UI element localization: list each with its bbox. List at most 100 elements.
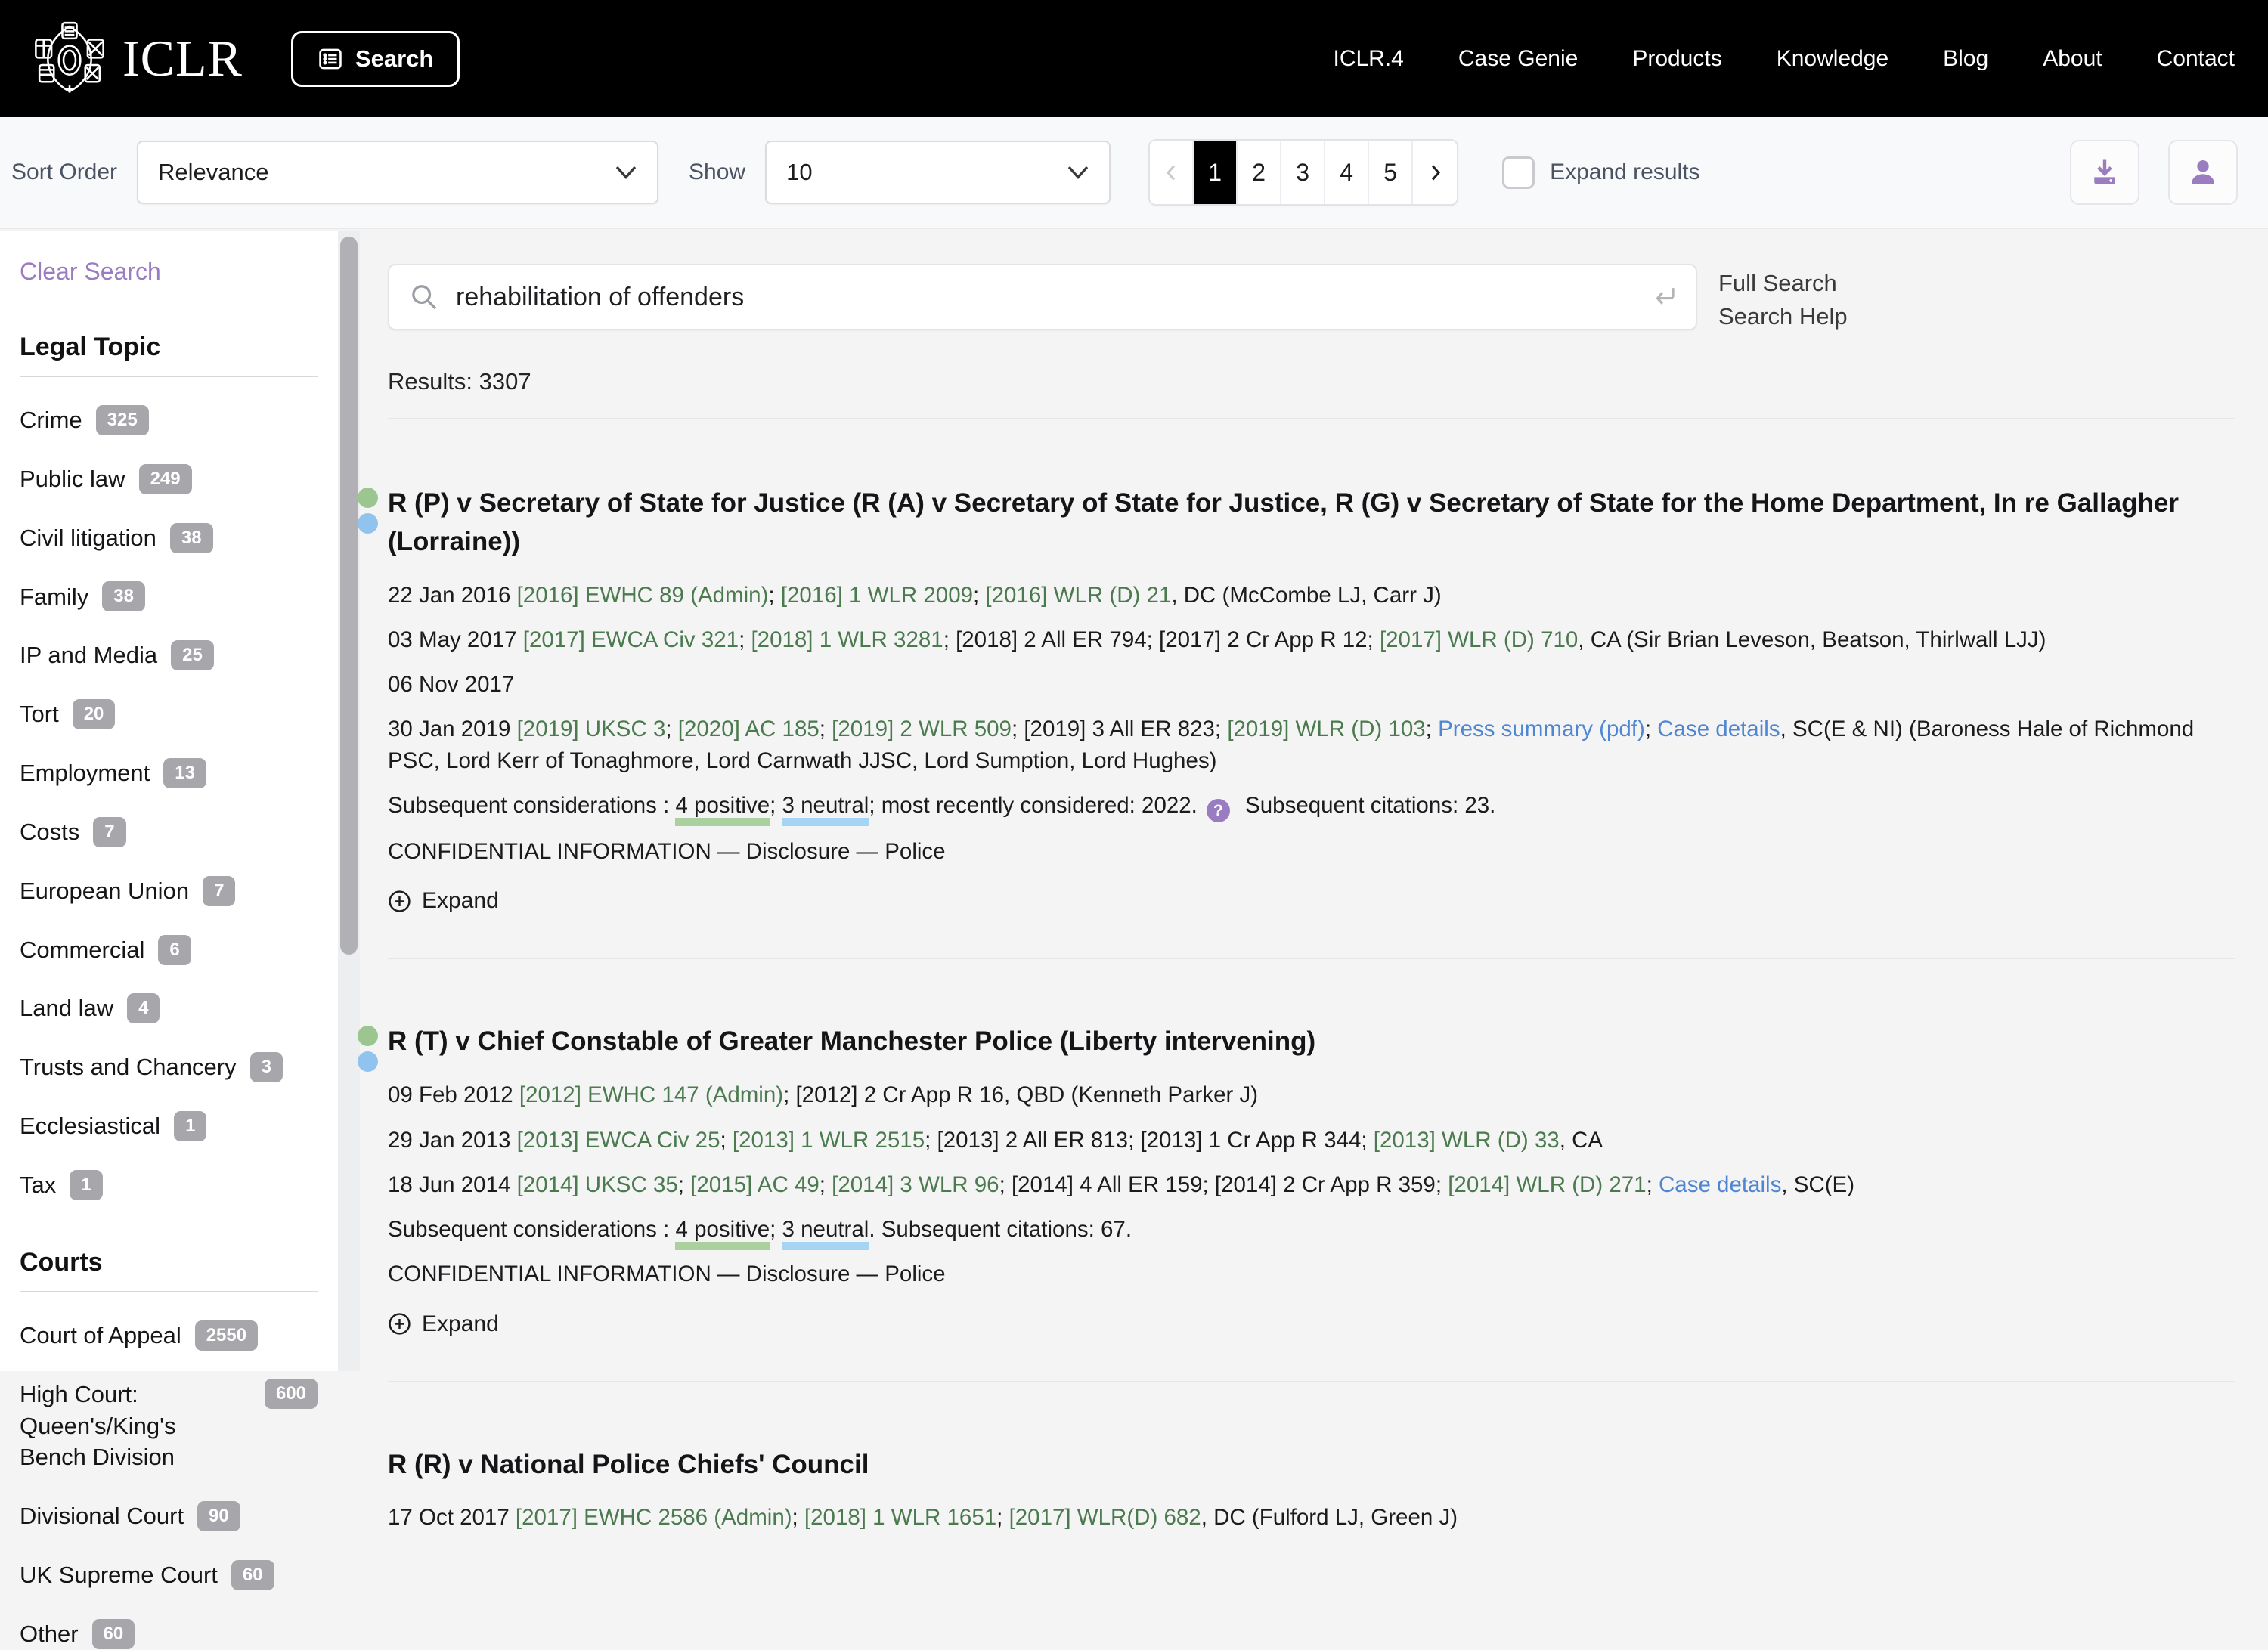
citation-link[interactable]: [2017] EWCA Civ 321 [523,627,739,652]
citation-link[interactable]: [2018] 1 WLR 3281 [751,627,943,652]
citation-link[interactable]: [2013] 1 WLR 2515 [733,1128,925,1153]
full-search-link[interactable]: Full Search [1718,270,1848,297]
citation-link[interactable]: [2014] WLR (D) 271 [1448,1172,1646,1197]
case-title-link[interactable]: R (T) v Chief Constable of Greater Manch… [388,1023,2235,1061]
filter-count-badge: 7 [93,817,125,847]
nav-item-about[interactable]: About [2043,46,2102,72]
citation-link[interactable]: [2016] WLR (D) 21 [985,583,1171,608]
expand-button[interactable]: Expand [388,1311,2235,1337]
filter-costs[interactable]: Costs7 [20,816,318,848]
sort-order-value: Relevance [158,159,268,186]
expand-button[interactable]: Expand [388,888,2235,914]
result-indicator-dots [358,1026,378,1072]
search-help-link[interactable]: Search Help [1718,303,1848,330]
pagination: 12345 [1148,139,1458,206]
search-input[interactable] [454,282,1650,313]
clear-search-link[interactable]: Clear Search [20,258,161,286]
citation-text: ; [739,627,751,652]
page-button-2[interactable]: 2 [1238,141,1281,204]
filter-high-court-queen-s-king-s-bench-division[interactable]: High Court: Queen's/King's Bench Divisio… [20,1379,318,1474]
filter-family[interactable]: Family38 [20,581,318,613]
filter-court-of-appeal[interactable]: Court of Appeal2550 [20,1320,318,1351]
filter-label: Land law [20,992,113,1024]
show-label: Show [689,159,745,185]
citation-link[interactable]: [2013] EWCA Civ 25 [517,1128,720,1153]
citation-link[interactable]: [2019] UKSC 3 [517,717,666,741]
citation-link[interactable]: [2014] UKSC 35 [517,1172,678,1197]
filter-other[interactable]: Other60 [20,1618,318,1650]
filter-list-legal-topic: Crime325 Public law249 Civil litigation38 F… [20,404,338,1201]
citation-link[interactable]: [2018] 1 WLR 1651 [804,1505,996,1530]
filter-count-badge: 25 [171,640,214,670]
citation-link[interactable]: [2015] AC 49 [690,1172,820,1197]
nav-item-iclr-4[interactable]: ICLR.4 [1334,46,1404,72]
document-link[interactable]: Case details [1657,717,1780,741]
download-icon [2088,156,2121,189]
citation-link[interactable]: [2016] 1 WLR 2009 [781,583,973,608]
filter-tax[interactable]: Tax1 [20,1169,318,1201]
results-divider [388,418,2235,419]
document-link[interactable]: Case details [1659,1172,1781,1197]
show-select[interactable]: 10 [765,141,1111,204]
filter-label: UK Supreme Court [20,1559,218,1591]
filter-uk-supreme-court[interactable]: UK Supreme Court60 [20,1559,318,1591]
nav-item-products[interactable]: Products [1632,46,1721,72]
citation-link[interactable]: [2019] WLR (D) 103 [1227,717,1425,741]
citation-link[interactable]: [2020] AC 185 [678,717,820,741]
citation-link[interactable]: [2013] WLR (D) 33 [1374,1128,1560,1153]
citation-text: ; [1647,1172,1659,1197]
citation-link[interactable]: [2017] WLR (D) 710 [1380,627,1578,652]
citation-link[interactable]: [2017] WLR(D) 682 [1009,1505,1201,1530]
filter-crime[interactable]: Crime325 [20,404,318,436]
prev-page-button[interactable] [1150,141,1194,204]
account-button[interactable] [2168,140,2238,205]
citation-link[interactable]: [2012] EWHC 147 (Admin) [519,1082,783,1107]
page-button-5[interactable]: 5 [1369,141,1413,204]
expand-results-checkbox[interactable] [1502,156,1535,189]
sort-order-select[interactable]: Relevance [137,141,658,204]
page-button-1[interactable]: 1 [1194,141,1238,204]
case-title-link[interactable]: R (P) v Secretary of State for Justice (… [388,484,2235,562]
sidebar-scrollbar-thumb[interactable] [340,237,358,955]
citation-link[interactable]: [2017] EWHC 2586 (Admin) [516,1505,792,1530]
filter-employment[interactable]: Employment13 [20,757,318,789]
filter-public-law[interactable]: Public law249 [20,463,318,495]
page-button-4[interactable]: 4 [1325,141,1369,204]
download-button[interactable] [2070,140,2139,205]
nav-item-case-genie[interactable]: Case Genie [1458,46,1578,72]
filter-divisional-court[interactable]: Divisional Court90 [20,1500,318,1532]
nav-item-blog[interactable]: Blog [1943,46,1988,72]
search-row: Full Search Search Help [388,264,2235,330]
filter-label: Court of Appeal [20,1320,181,1351]
iclr-logo[interactable]: ICLR [33,20,243,98]
header-search-button[interactable]: Search [291,31,460,87]
filter-ip-and-media[interactable]: IP and Media25 [20,639,318,671]
nav-item-knowledge[interactable]: Knowledge [1777,46,1888,72]
next-page-button[interactable] [1413,141,1457,204]
case-title-link[interactable]: R (R) v National Police Chiefs' Council [388,1446,2235,1484]
filter-european-union[interactable]: European Union7 [20,875,318,907]
return-icon[interactable] [1650,283,1679,311]
citation-link[interactable]: [2019] 2 WLR 509 [832,717,1012,741]
filter-commercial[interactable]: Commercial6 [20,934,318,966]
filter-trusts-and-chancery[interactable]: Trusts and Chancery3 [20,1051,318,1083]
filter-land-law[interactable]: Land law4 [20,992,318,1024]
citation-link[interactable]: [2014] 3 WLR 96 [832,1172,999,1197]
filter-civil-litigation[interactable]: Civil litigation38 [20,522,318,554]
filter-tort[interactable]: Tort20 [20,698,318,730]
help-question-icon[interactable]: ? [1207,799,1230,822]
filter-label: Trusts and Chancery [20,1051,237,1083]
citation-link[interactable]: [2016] EWHC 89 (Admin) [517,583,769,608]
results-list: R (P) v Secretary of State for Justice (… [388,484,2235,1534]
filters-sidebar: Clear Search Legal TopicCrime325Public l… [0,231,338,1371]
page: { "header": { "logo_text": "ICLR", "sear… [0,0,2268,1371]
filter-list-courts: Court of Appeal2550 High Court: Queen's/K… [20,1320,338,1650]
nav-item-contact[interactable]: Contact [2157,46,2235,72]
expand-results-row: Expand results [1502,156,1699,189]
page-button-3[interactable]: 3 [1281,141,1325,204]
filter-count-badge: 38 [102,581,145,611]
document-link[interactable]: Press summary (pdf) [1438,717,1645,741]
citation-row: 29 Jan 2013 [2013] EWCA Civ 25; [2013] 1… [388,1125,2235,1156]
filter-ecclesiastical[interactable]: Ecclesiastical1 [20,1110,318,1142]
blue-dot-icon [358,513,378,534]
